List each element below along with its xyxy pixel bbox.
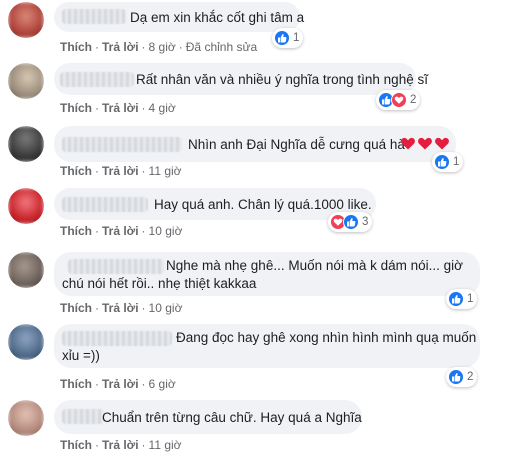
reply-link[interactable]: Trả lời — [102, 101, 139, 115]
edited-label[interactable]: Đã chỉnh sửa — [186, 40, 257, 54]
avatar[interactable] — [8, 324, 44, 360]
heart-emoji-icon — [435, 137, 449, 150]
reaction-summary[interactable]: 1 — [272, 28, 304, 48]
commenter-name[interactable] — [60, 72, 134, 87]
comment-text: Chuẩn trên từng câu chữ. Hay quá a Nghĩa — [102, 410, 362, 425]
comment-actions: Thích · Trả lời · 10 giờ — [60, 301, 183, 315]
timestamp[interactable]: 10 giờ — [149, 301, 183, 315]
reaction-count: 2 — [410, 94, 417, 106]
comment-text-line-1: Đang đọc hay ghê xong nhìn hình mình quạ… — [176, 330, 477, 345]
timestamp[interactable]: 11 giờ — [149, 438, 182, 452]
like-link[interactable]: Thích — [60, 377, 92, 391]
comment-bubble: Nhìn anh Đại Nghĩa dễ cưng quá hà — [54, 126, 456, 162]
comment-actions: Thích · Trả lời · 4 giờ — [60, 101, 176, 115]
avatar[interactable] — [8, 126, 44, 162]
comment-text-line-1: Nghe mà nhẹ ghê... Muốn nói mà k dám nói… — [166, 258, 464, 273]
comment-text-line-2: xỉu =)) — [62, 348, 100, 363]
like-link[interactable]: Thích — [60, 224, 92, 238]
avatar[interactable] — [8, 63, 44, 99]
reply-link[interactable]: Trả lời — [102, 224, 139, 238]
comment-bubble: Rất nhân văn và nhiều ý nghĩa trong tình… — [54, 63, 428, 95]
timestamp[interactable]: 8 giờ — [149, 40, 176, 54]
reaction-summary[interactable]: 2 — [376, 90, 421, 110]
comment-text: Dạ em xin khắc cốt ghi tâm a — [130, 10, 305, 25]
reaction-summary[interactable]: 1 — [446, 289, 478, 309]
comment-actions: Thích · Trả lời · 11 giờ — [60, 164, 182, 178]
commenter-name[interactable] — [62, 409, 104, 424]
like-reaction-icon — [448, 369, 464, 385]
reply-link[interactable]: Trả lời — [102, 164, 139, 178]
reaction-count: 1 — [467, 293, 474, 305]
like-reaction-icon — [343, 214, 359, 230]
avatar[interactable] — [8, 252, 44, 288]
like-link[interactable]: Thích — [60, 40, 92, 54]
comment-bubble: Nghe mà nhẹ ghê... Muốn nói mà k dám nói… — [54, 252, 480, 296]
like-reaction-icon — [434, 154, 450, 170]
comment-actions: Thích · Trả lời · 6 giờ — [60, 377, 176, 391]
timestamp[interactable]: 10 giờ — [149, 224, 183, 238]
reaction-summary[interactable]: 2 — [446, 367, 478, 387]
comment-text: Rất nhân văn và nhiều ý nghĩa trong tình… — [136, 72, 428, 87]
love-reaction-icon — [391, 92, 407, 108]
reply-link[interactable]: Trả lời — [102, 377, 139, 391]
comment-text-line-2: chú nói hết rồi.. nhẹ thiệt kakkaa — [62, 276, 257, 291]
commenter-name[interactable] — [62, 197, 148, 212]
like-link[interactable]: Thích — [60, 101, 92, 115]
heart-emojis — [400, 135, 450, 151]
timestamp[interactable]: 11 giờ — [149, 164, 182, 178]
avatar[interactable] — [8, 400, 44, 436]
comment-bubble: Chuẩn trên từng câu chữ. Hay quá a Nghĩa — [54, 400, 362, 434]
heart-emoji-icon — [418, 137, 432, 150]
like-reaction-icon — [274, 30, 290, 46]
comment-actions: Thích · Trả lời · 11 giờ — [60, 438, 182, 452]
reaction-summary[interactable]: 3 — [328, 212, 373, 232]
commenter-name[interactable] — [62, 137, 182, 152]
comment-bubble: Dạ em xin khắc cốt ghi tâm a — [54, 2, 304, 32]
like-reaction-icon — [448, 291, 464, 307]
comment-actions: Thích · Trả lời · 8 giờ · Đã chỉnh sửa — [60, 40, 258, 54]
reaction-count: 1 — [453, 156, 460, 168]
reply-link[interactable]: Trả lời — [102, 40, 139, 54]
comment-bubble: Hay quá anh. Chân lý quá.1000 like. — [54, 188, 376, 220]
commenter-name[interactable] — [68, 259, 164, 274]
reply-link[interactable]: Trả lời — [102, 438, 139, 452]
timestamp[interactable]: 6 giờ — [149, 377, 176, 391]
comment-text: Nhìn anh Đại Nghĩa dễ cưng quá hà — [188, 137, 405, 152]
reaction-count: 2 — [467, 371, 474, 383]
like-link[interactable]: Thích — [60, 438, 92, 452]
comment-bubble: Đang đọc hay ghê xong nhìn hình mình quạ… — [54, 324, 480, 368]
avatar[interactable] — [8, 188, 44, 224]
comment-actions: Thích · Trả lời · 10 giờ — [60, 224, 183, 238]
commenter-name[interactable] — [62, 9, 126, 24]
commenter-name[interactable] — [62, 331, 172, 346]
reply-link[interactable]: Trả lời — [102, 301, 139, 315]
like-link[interactable]: Thích — [60, 301, 92, 315]
avatar[interactable] — [8, 2, 44, 38]
like-link[interactable]: Thích — [60, 164, 92, 178]
timestamp[interactable]: 4 giờ — [149, 101, 176, 115]
reaction-summary[interactable]: 1 — [432, 152, 464, 172]
reaction-count: 1 — [293, 32, 300, 44]
heart-emoji-icon — [401, 137, 415, 150]
reaction-count: 3 — [362, 216, 369, 228]
